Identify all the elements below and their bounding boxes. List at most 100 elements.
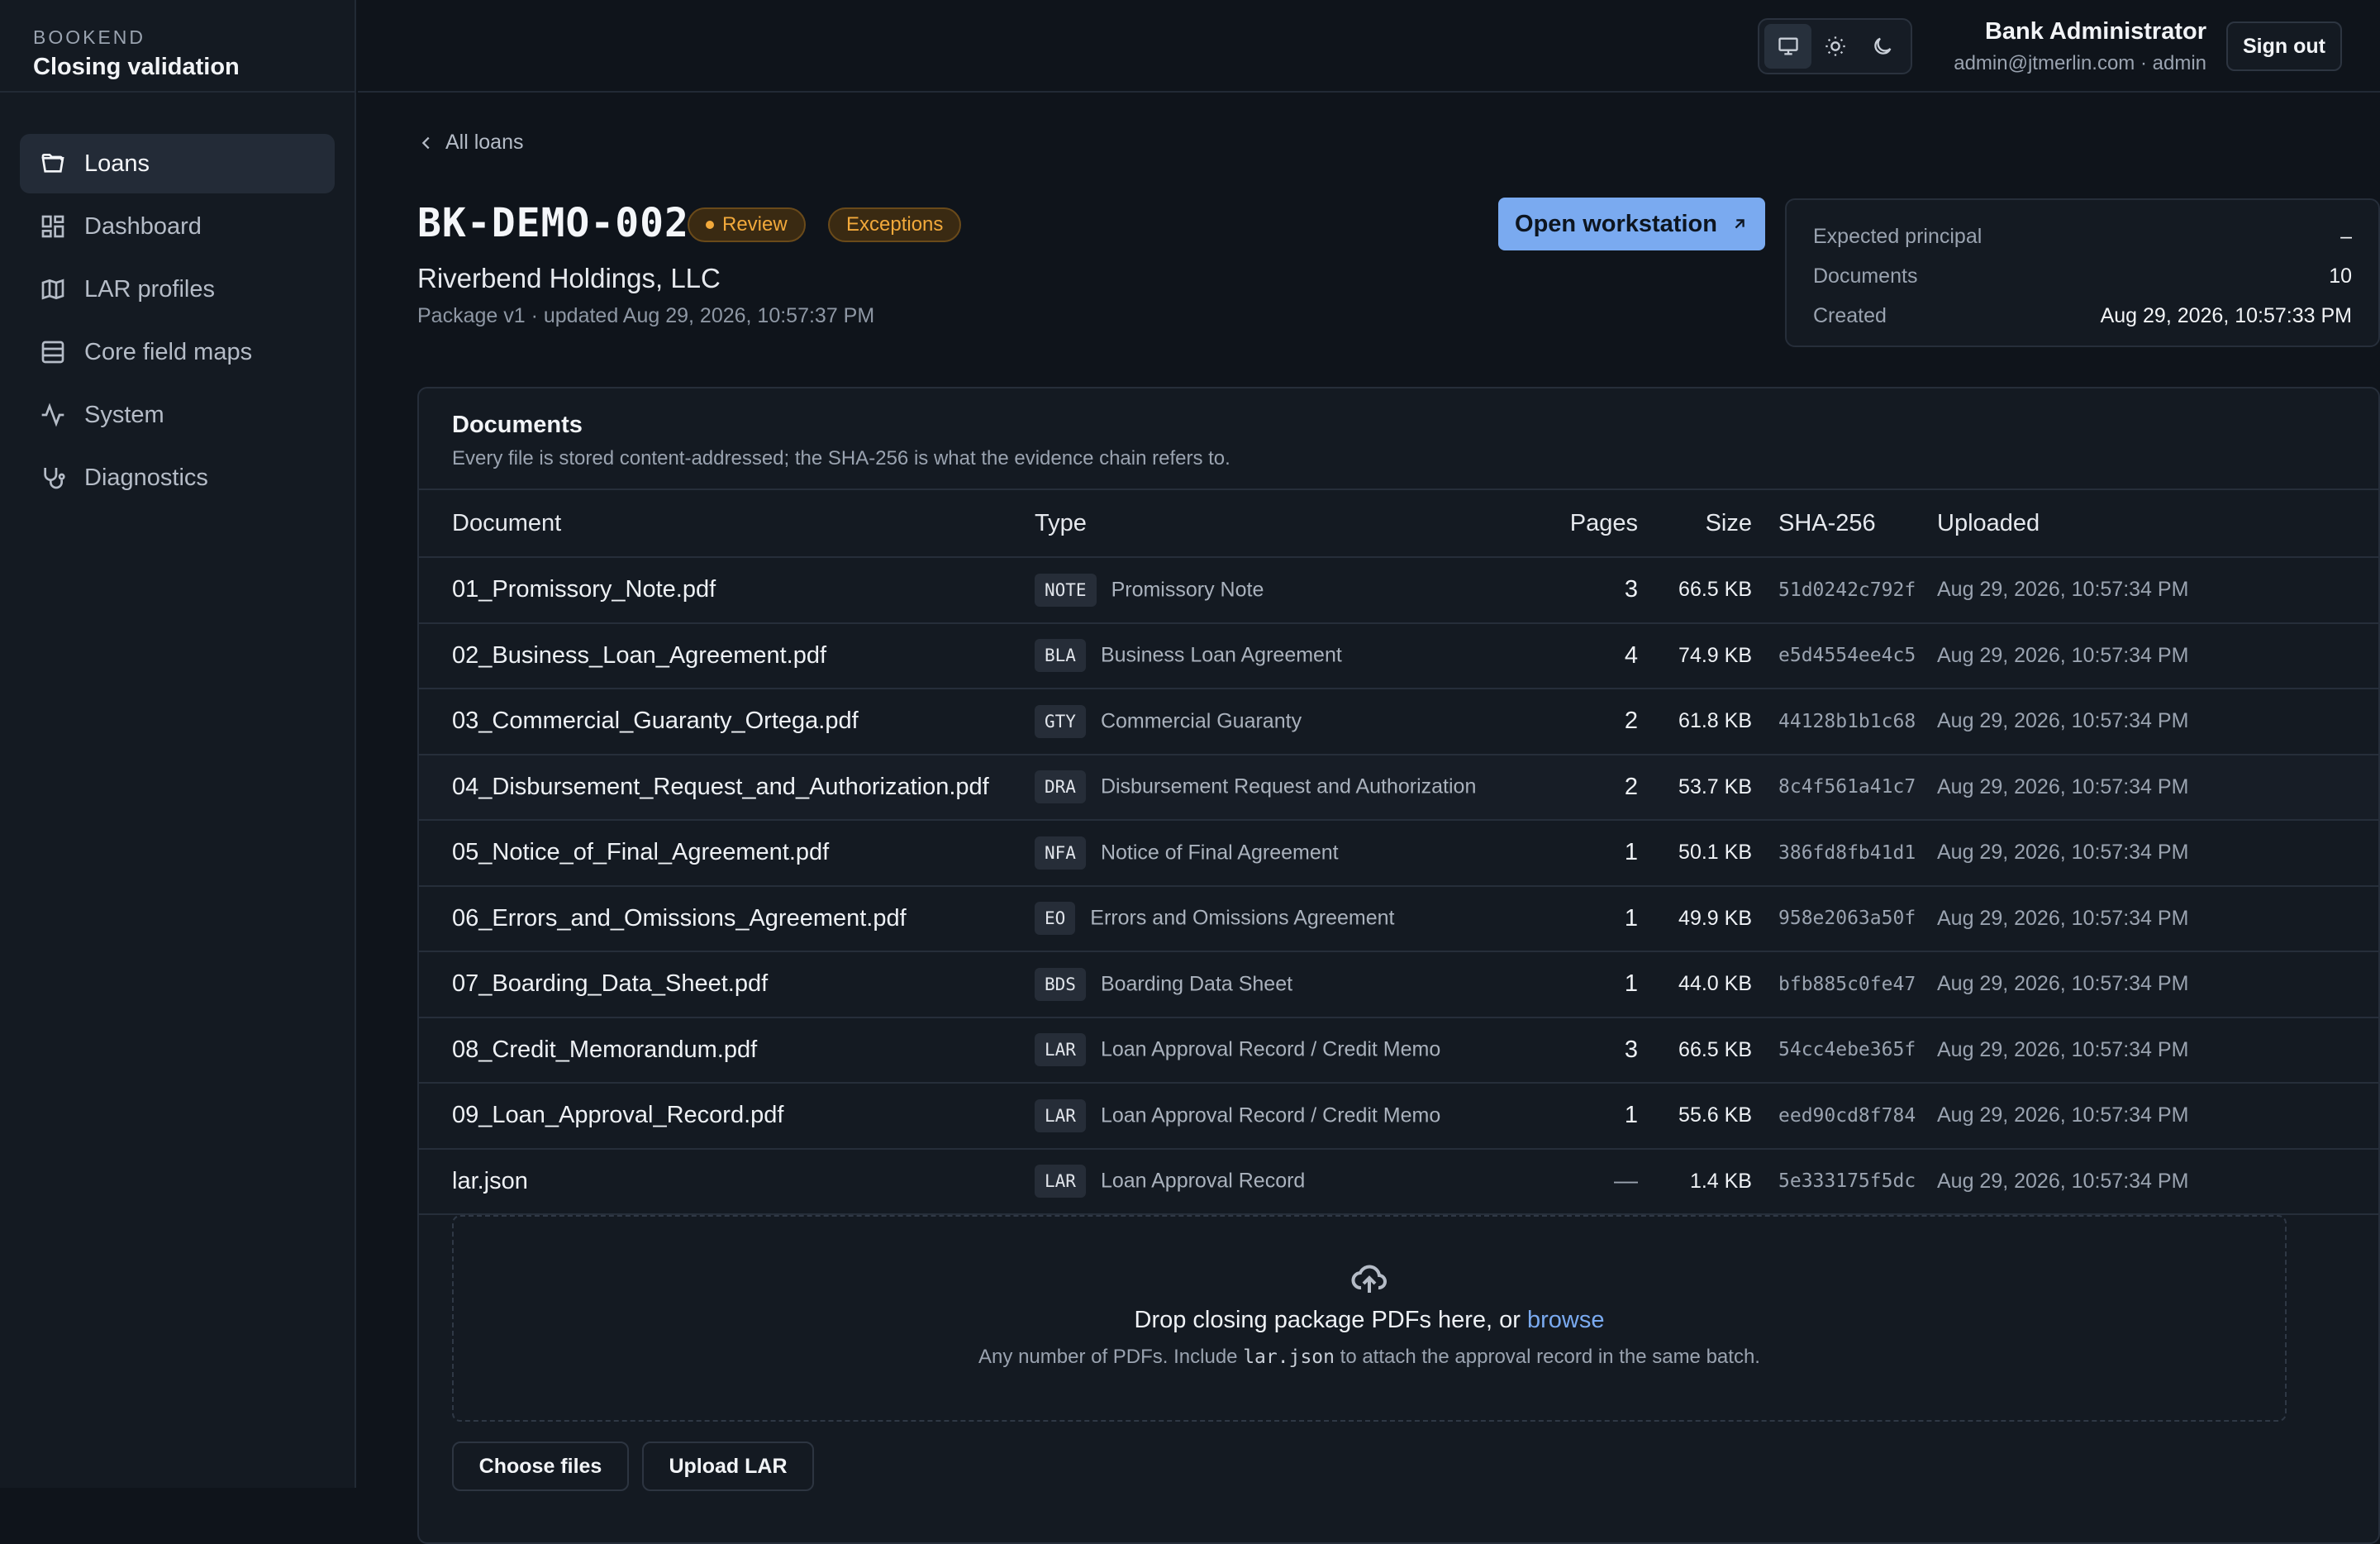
file-size: 55.6 KB	[1638, 1083, 1752, 1149]
document-name[interactable]: 03_Commercial_Guaranty_Ortega.pdf	[419, 689, 1035, 755]
document-name[interactable]: 04_Disbursement_Request_and_Authorizatio…	[419, 755, 1035, 821]
sidebar-item-loans[interactable]: Loans	[20, 134, 335, 193]
sidebar-item-diagnostics[interactable]: Diagnostics	[20, 448, 335, 508]
summary-row-principal: Expected principal –	[1813, 217, 2352, 256]
table-row[interactable]: 08_Credit_Memorandum.pdf LARLoan Approva…	[419, 1017, 2378, 1084]
back-link[interactable]: All loans	[417, 131, 524, 155]
type-code-badge: LAR	[1035, 1033, 1086, 1066]
file-size: 74.9 KB	[1638, 623, 1752, 689]
table-row[interactable]: 09_Loan_Approval_Record.pdf LARLoan Appr…	[419, 1083, 2378, 1149]
document-name[interactable]: 02_Business_Loan_Agreement.pdf	[419, 623, 1035, 689]
uploaded-at: Aug 29, 2026, 10:57:34 PM	[1937, 689, 2378, 755]
sidebar-nav: Loans Dashboard LAR profiles Core field …	[0, 93, 355, 508]
document-name[interactable]: 07_Boarding_Data_Sheet.pdf	[419, 951, 1035, 1017]
document-name[interactable]: lar.json	[419, 1149, 1035, 1215]
page-count: 1	[1530, 886, 1638, 952]
sha256-hash: 8c4f561a41c7	[1752, 755, 1937, 821]
document-type: LARLoan Approval Record / Credit Memo	[1035, 1083, 1530, 1149]
sidebar-item-label: Core field maps	[84, 339, 252, 366]
uploaded-at: Aug 29, 2026, 10:57:34 PM	[1937, 623, 2378, 689]
sha256-hash: bfb885c0fe47	[1752, 951, 1937, 1017]
file-size: 53.7 KB	[1638, 755, 1752, 821]
theme-dark-button[interactable]	[1859, 24, 1906, 69]
cloud-upload-icon	[1349, 1258, 1389, 1298]
dropzone-hint-prefix: Any number of PDFs. Include	[978, 1346, 1243, 1368]
borrower-name: Riverbend Holdings, LLC	[417, 263, 721, 294]
brand-title: Closing validation	[33, 54, 321, 81]
sidebar-item-label: LAR profiles	[84, 276, 215, 303]
uploaded-at: Aug 29, 2026, 10:57:34 PM	[1937, 1149, 2378, 1215]
table-row[interactable]: 07_Boarding_Data_Sheet.pdf BDSBoarding D…	[419, 951, 2378, 1017]
column-header-pages[interactable]: Pages	[1530, 490, 1638, 557]
document-name[interactable]: 01_Promissory_Note.pdf	[419, 557, 1035, 623]
column-header-sha256[interactable]: SHA-256	[1752, 490, 1937, 557]
type-code-badge: BLA	[1035, 639, 1086, 672]
uploaded-at: Aug 29, 2026, 10:57:34 PM	[1937, 951, 2378, 1017]
document-name[interactable]: 09_Loan_Approval_Record.pdf	[419, 1083, 1035, 1149]
column-header-type[interactable]: Type	[1035, 490, 1530, 557]
upload-lar-button[interactable]: Upload LAR	[642, 1442, 814, 1491]
table-row[interactable]: 04_Disbursement_Request_and_Authorizatio…	[419, 755, 2378, 821]
file-size: 49.9 KB	[1638, 886, 1752, 952]
theme-system-button[interactable]	[1764, 24, 1811, 69]
sidebar-item-label: System	[84, 402, 164, 429]
table-row[interactable]: lar.json LARLoan Approval Record — 1.4 K…	[419, 1149, 2378, 1215]
chevron-left-icon	[417, 134, 436, 152]
uploaded-at: Aug 29, 2026, 10:57:34 PM	[1937, 755, 2378, 821]
summary-value: Aug 29, 2026, 10:57:33 PM	[2101, 304, 2352, 328]
dropzone-text: Drop closing package PDFs here, or	[1135, 1307, 1528, 1333]
open-workstation-button[interactable]: Open workstation	[1498, 198, 1765, 250]
user-name: Bank Administrator	[1925, 18, 2206, 45]
uploaded-at: Aug 29, 2026, 10:57:34 PM	[1937, 886, 2378, 952]
dropzone-hint: Any number of PDFs. Include lar.json to …	[454, 1346, 2285, 1369]
user-info: Bank Administrator admin@jtmerlin.com · …	[1925, 18, 2206, 75]
type-label: Boarding Data Sheet	[1101, 972, 1292, 995]
sha256-hash: eed90cd8f784	[1752, 1083, 1937, 1149]
document-name[interactable]: 08_Credit_Memorandum.pdf	[419, 1017, 1035, 1084]
activity-icon	[40, 402, 66, 428]
sha256-hash: 51d0242c792f	[1752, 557, 1937, 623]
sidebar-item-lar-profiles[interactable]: LAR profiles	[20, 260, 335, 319]
sidebar-item-label: Dashboard	[84, 213, 202, 241]
moon-icon	[1871, 35, 1894, 58]
theme-light-button[interactable]	[1811, 24, 1859, 69]
table-row[interactable]: 01_Promissory_Note.pdf NOTEPromissory No…	[419, 557, 2378, 623]
sign-out-button[interactable]: Sign out	[2226, 21, 2342, 71]
type-label: Promissory Note	[1111, 578, 1264, 601]
page-count: 2	[1530, 755, 1638, 821]
status-dot	[706, 221, 714, 229]
sidebar-item-core-field-maps[interactable]: Core field maps	[20, 322, 335, 382]
page-count: 3	[1530, 1017, 1638, 1084]
column-header-uploaded[interactable]: Uploaded	[1937, 490, 2378, 557]
dropzone-instructions: Drop closing package PDFs here, or brows…	[454, 1307, 2285, 1334]
uploaded-at: Aug 29, 2026, 10:57:34 PM	[1937, 1083, 2378, 1149]
map-icon	[40, 276, 66, 303]
documents-table-body: 01_Promissory_Note.pdf NOTEPromissory No…	[419, 557, 2378, 1214]
document-type: EOErrors and Omissions Agreement	[1035, 886, 1530, 952]
document-name[interactable]: 06_Errors_and_Omissions_Agreement.pdf	[419, 886, 1035, 952]
file-size: 1.4 KB	[1638, 1149, 1752, 1215]
browse-link[interactable]: browse	[1527, 1307, 1605, 1333]
sha256-hash: 958e2063a50f	[1752, 886, 1937, 952]
sidebar-item-dashboard[interactable]: Dashboard	[20, 197, 335, 256]
document-type: NFANotice of Final Agreement	[1035, 820, 1530, 886]
document-name[interactable]: 05_Notice_of_Final_Agreement.pdf	[419, 820, 1035, 886]
upload-dropzone[interactable]: Drop closing package PDFs here, or brows…	[452, 1215, 2287, 1422]
type-label: Errors and Omissions Agreement	[1090, 907, 1394, 930]
page-count: 2	[1530, 689, 1638, 755]
table-row[interactable]: 05_Notice_of_Final_Agreement.pdf NFANoti…	[419, 820, 2378, 886]
file-size: 66.5 KB	[1638, 557, 1752, 623]
sidebar-item-system[interactable]: System	[20, 385, 335, 445]
column-header-size[interactable]: Size	[1638, 490, 1752, 557]
sun-icon	[1824, 35, 1847, 58]
table-row[interactable]: 02_Business_Loan_Agreement.pdf BLABusine…	[419, 623, 2378, 689]
type-code-badge: LAR	[1035, 1099, 1086, 1132]
documents-card-header: Documents Every file is stored content-a…	[419, 388, 2378, 490]
table-row[interactable]: 03_Commercial_Guaranty_Ortega.pdf GTYCom…	[419, 689, 2378, 755]
page-count: 1	[1530, 1083, 1638, 1149]
type-code-badge: DRA	[1035, 770, 1086, 803]
summary-value: –	[2340, 225, 2352, 249]
column-header-document[interactable]: Document	[419, 490, 1035, 557]
table-row[interactable]: 06_Errors_and_Omissions_Agreement.pdf EO…	[419, 886, 2378, 952]
choose-files-button[interactable]: Choose files	[452, 1442, 629, 1491]
